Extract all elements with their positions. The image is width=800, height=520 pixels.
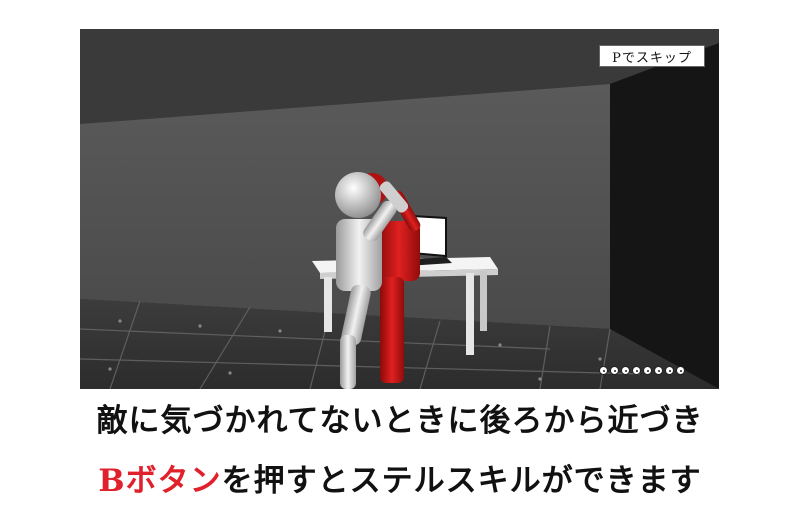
hud-dot xyxy=(676,365,685,375)
hud-dot xyxy=(643,365,652,375)
skip-hint-badge[interactable]: Pでスキップ xyxy=(599,45,705,67)
hud-dot xyxy=(621,365,630,375)
hud-indicator-dots xyxy=(599,363,685,377)
hud-dot xyxy=(654,365,663,375)
hud-dot xyxy=(599,365,608,375)
game-scene xyxy=(80,29,719,389)
game-viewport: Pでスキップ xyxy=(80,29,719,389)
caption-line-2-rest: を押すとステルスキルができます xyxy=(221,463,702,499)
hud-dot xyxy=(610,365,619,375)
hud-dot xyxy=(665,365,674,375)
caption-line-1: 敵に気づかれてないときに後ろから近づき xyxy=(96,403,704,439)
b-button-highlight: Bボタン xyxy=(98,463,222,499)
hud-dot xyxy=(632,365,641,375)
caption-line-2: Bボタンを押すとステルスキルができます xyxy=(0,455,800,500)
right-wall xyxy=(610,43,719,389)
